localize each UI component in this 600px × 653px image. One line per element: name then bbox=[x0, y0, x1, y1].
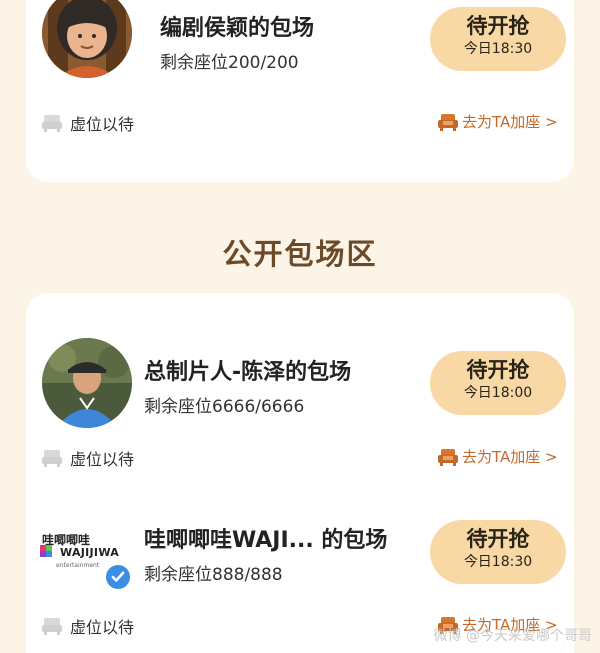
button-label: 待开抢 bbox=[466, 14, 530, 38]
room-row: 编剧侯颖的包场 剩余座位200/200 待开抢 今日18:30 虚位以待 去为T… bbox=[26, 0, 574, 180]
avatar[interactable] bbox=[42, 0, 132, 78]
add-seat-label: 去为TA加座 > bbox=[462, 113, 558, 131]
logo-en-text: WAJIJIWA bbox=[60, 546, 120, 559]
room-row: 总制片人-陈泽的包场 剩余座位6666/6666 待开抢 今日18:00 虚位以… bbox=[26, 293, 574, 473]
watermark: 微博 @今天来爱哪个哥哥 bbox=[433, 628, 592, 644]
logo-mark-icon bbox=[40, 545, 52, 557]
seats-remaining: 剩余座位6666/6666 bbox=[144, 397, 305, 417]
empty-seat-icon bbox=[42, 114, 62, 132]
sofa-icon bbox=[438, 113, 458, 131]
grab-ticket-button[interactable]: 待开抢 今日18:00 bbox=[430, 351, 566, 415]
room-title: 哇唧唧哇WAJI... 的包场 bbox=[144, 528, 388, 553]
seats-remaining: 剩余座位888/888 bbox=[144, 565, 283, 585]
button-label: 待开抢 bbox=[466, 358, 530, 382]
waiting-label: 虚位以待 bbox=[70, 618, 135, 637]
grab-ticket-button[interactable]: 待开抢 今日18:30 bbox=[430, 520, 566, 584]
button-label: 待开抢 bbox=[466, 527, 530, 551]
waiting-status: 虚位以待 bbox=[42, 111, 134, 135]
add-seat-link[interactable]: 去为TA加座 > bbox=[438, 111, 558, 132]
room-title: 编剧侯颖的包场 bbox=[160, 16, 315, 41]
section-title: 公开包场区 bbox=[222, 237, 378, 271]
logo-sub-text: entertainment bbox=[56, 562, 100, 569]
waiting-label: 虚位以待 bbox=[70, 115, 135, 134]
public-rooms-card: 总制片人-陈泽的包场 剩余座位6666/6666 待开抢 今日18:00 虚位以… bbox=[26, 293, 574, 653]
verified-icon bbox=[104, 563, 132, 591]
room-title: 总制片人-陈泽的包场 bbox=[144, 360, 352, 385]
room-card: 编剧侯颖的包场 剩余座位200/200 待开抢 今日18:30 虚位以待 去为T… bbox=[26, 0, 574, 182]
room-row: 哇唧唧哇 WAJIJIWA entertainment 哇唧唧哇WAJI... … bbox=[26, 463, 574, 643]
avatar[interactable] bbox=[42, 338, 132, 428]
grab-ticket-button[interactable]: 待开抢 今日18:30 bbox=[430, 7, 566, 71]
seats-remaining: 剩余座位200/200 bbox=[160, 53, 299, 73]
waiting-status: 虚位以待 bbox=[42, 614, 134, 638]
empty-seat-icon bbox=[42, 617, 62, 635]
button-time: 今日18:30 bbox=[463, 554, 533, 570]
button-time: 今日18:30 bbox=[463, 41, 533, 57]
button-time: 今日18:00 bbox=[463, 385, 533, 401]
